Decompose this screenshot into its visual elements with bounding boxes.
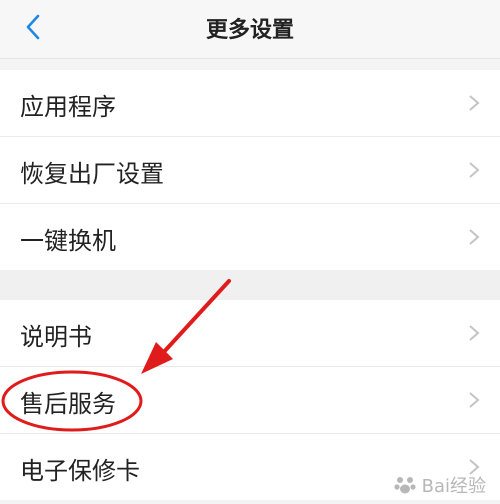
settings-group-1: 应用程序 恢复出厂设置 一键换机 <box>0 70 500 270</box>
watermark: Bai经验 <box>394 472 486 498</box>
menu-item-label: 售后服务 <box>20 390 116 418</box>
menu-item-manual[interactable]: 说明书 <box>0 300 500 367</box>
menu-item-phone-clone[interactable]: 一键换机 <box>0 204 500 270</box>
chevron-right-icon <box>469 162 480 178</box>
menu-item-factory-reset[interactable]: 恢复出厂设置 <box>0 137 500 204</box>
menu-item-label: 应用程序 <box>20 93 116 121</box>
chevron-right-icon <box>469 392 480 408</box>
menu-item-after-sales[interactable]: 售后服务 <box>0 367 500 434</box>
menu-item-label: 说明书 <box>20 323 92 351</box>
menu-item-apps[interactable]: 应用程序 <box>0 70 500 137</box>
chevron-right-icon <box>469 95 480 111</box>
paw-icon <box>394 477 416 494</box>
menu-item-label: 恢复出厂设置 <box>20 160 164 188</box>
chevron-right-icon <box>469 229 480 245</box>
settings-group-2: 说明书 售后服务 电子保修卡 <box>0 300 500 500</box>
menu-item-label: 一键换机 <box>20 227 116 255</box>
top-bar: 更多设置 <box>0 0 500 59</box>
menu-item-label: 电子保修卡 <box>20 457 140 485</box>
chevron-right-icon <box>469 325 480 341</box>
watermark-text: Bai经验 <box>421 476 486 497</box>
section-divider <box>0 270 500 300</box>
page-title: 更多设置 <box>205 18 294 43</box>
